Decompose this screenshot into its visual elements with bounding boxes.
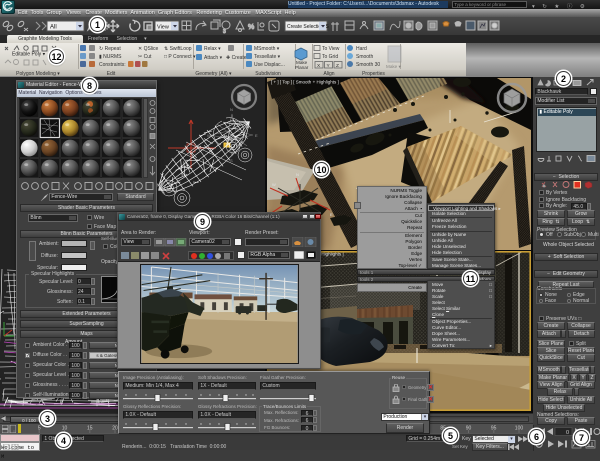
- svg-text:S: S: [230, 158, 233, 163]
- svg-text:↻ Repeat: ↻ Repeat: [99, 46, 121, 52]
- svg-text:View: View: [157, 25, 169, 31]
- svg-text:To View: To View: [322, 46, 340, 52]
- svg-text:N: N: [230, 107, 233, 112]
- svg-text:Tessellate ▾: Tessellate ▾: [254, 54, 281, 60]
- svg-text:E: E: [255, 133, 258, 138]
- svg-text:0: 0: [566, 430, 569, 436]
- svg-text:Attach ▾: Attach ▾: [204, 55, 223, 61]
- svg-text:Z: Z: [336, 63, 339, 69]
- svg-text:Smooth: Smooth: [356, 54, 373, 60]
- svg-text:✚ Create: ✚ Create: [226, 55, 247, 61]
- svg-text:Editable Poly ▾: Editable Poly ▾: [12, 52, 46, 58]
- svg-text:%: %: [248, 24, 254, 31]
- svg-text:10: 10: [62, 426, 68, 432]
- svg-text:Smooth 30: Smooth 30: [356, 62, 380, 68]
- svg-text:W: W: [207, 133, 211, 138]
- svg-text:▮ NURMS: ▮ NURMS: [99, 54, 122, 60]
- svg-text:W: W: [272, 182, 276, 187]
- svg-text:N: N: [296, 172, 299, 177]
- svg-text:15: 15: [87, 426, 93, 432]
- svg-text:✂ Cut: ✂ Cut: [138, 54, 152, 60]
- svg-text:[ + ] [ Top ] [ Smooth + Highl: [ + ] [ Top ] [ Smooth + Highlights ]: [271, 80, 339, 85]
- svg-text:Use Displac...: Use Displac...: [254, 62, 285, 68]
- svg-text:Constraints:: Constraints:: [99, 62, 126, 68]
- svg-text:MSmooth ▾: MSmooth ▾: [254, 46, 280, 52]
- svg-text:Relax ▾: Relax ▾: [204, 46, 221, 52]
- svg-text:5: 5: [38, 426, 41, 432]
- svg-text:90: 90: [466, 426, 472, 432]
- svg-text:All: All: [50, 25, 57, 31]
- svg-text:⇅ SwiftLoop: ⇅ SwiftLoop: [164, 46, 192, 52]
- svg-text:Make ▾: Make ▾: [386, 64, 402, 69]
- svg-text:To Grid: To Grid: [322, 54, 338, 60]
- svg-text:95: 95: [491, 426, 497, 432]
- svg-text:□ P Connect ▾: □ P Connect ▾: [164, 54, 196, 60]
- svg-text:Hard: Hard: [356, 46, 367, 52]
- svg-text:E: E: [330, 212, 333, 217]
- svg-text:✕ QSlice: ✕ QSlice: [138, 46, 159, 52]
- svg-text:100: 100: [515, 426, 524, 432]
